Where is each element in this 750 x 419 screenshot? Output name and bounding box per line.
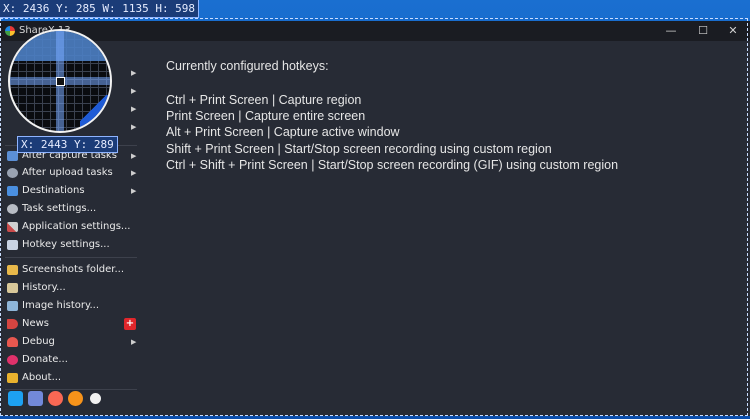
menu-item-task-settings[interactable]: Task settings... — [0, 200, 142, 218]
github-icon[interactable] — [88, 391, 103, 406]
news-badge: + — [124, 318, 136, 330]
hotkey-line: Ctrl + Shift + Print Screen | Start/Stop… — [166, 158, 619, 172]
hotkey-line: Shift + Print Screen | Start/Stop screen… — [166, 142, 552, 156]
menu-item-label: News — [22, 318, 50, 329]
menu-item-label: Application settings... — [22, 221, 131, 232]
tools-icon — [7, 222, 18, 232]
chevron-right-icon: ▶ — [131, 169, 137, 177]
menu-item-debug[interactable]: Debug ▶ — [0, 333, 142, 351]
menu-item-screenshots-folder[interactable]: Screenshots folder... — [0, 261, 142, 279]
menu-item-label: Destinations — [22, 185, 85, 196]
heart-icon — [7, 355, 18, 365]
menu-item-label: After upload tasks — [22, 167, 113, 178]
minimize-button[interactable]: — — [658, 21, 684, 41]
cloud-upload-icon — [7, 168, 18, 178]
hotkey-line: Ctrl + Print Screen | Capture region — [166, 93, 362, 107]
twitter-icon[interactable] — [8, 391, 23, 406]
title-bar[interactable]: ShareX 13 — ☐ ✕ — [0, 21, 750, 41]
maximize-button[interactable]: ☐ — [690, 21, 716, 41]
menu-item-label: Task settings... — [22, 203, 97, 214]
menu-item-after-upload-tasks[interactable]: After upload tasks ▶ — [0, 164, 142, 182]
chevron-right-icon: ▶ — [131, 69, 137, 77]
menu-item-label: About... — [22, 372, 62, 383]
folder-icon — [7, 265, 18, 275]
menu-item-application-settings[interactable]: Application settings... — [0, 218, 142, 236]
menu-item-hotkey-settings[interactable]: Hotkey settings... — [0, 236, 142, 254]
chevron-right-icon: ▶ — [131, 123, 137, 131]
menu-item-destinations[interactable]: Destinations ▶ — [0, 182, 142, 200]
patreon-icon[interactable] — [48, 391, 63, 406]
crosshair-center-pixel — [56, 77, 65, 86]
chevron-right-icon: ▶ — [131, 338, 137, 346]
hotkey-line: Print Screen | Capture entire screen — [166, 109, 366, 123]
history-icon — [7, 283, 18, 293]
menu-item-label: Screenshots folder... — [22, 264, 125, 275]
discord-icon[interactable] — [28, 391, 43, 406]
chevron-right-icon: ▶ — [131, 105, 137, 113]
sharex-main-window: ShareX 13 — ☐ ✕ ▶ ▶ ▶ ▶ After capture ta… — [0, 21, 750, 416]
chevron-right-icon: ▶ — [131, 87, 137, 95]
menu-item-news[interactable]: News + — [0, 315, 142, 333]
menu-divider — [5, 389, 137, 390]
close-button[interactable]: ✕ — [720, 21, 746, 41]
bitcoin-icon[interactable] — [68, 391, 83, 406]
hotkey-line: Alt + Print Screen | Capture active wind… — [166, 125, 400, 139]
menu-item-about[interactable]: About... — [0, 369, 142, 387]
hotkeys-header: Currently configured hotkeys: — [166, 59, 329, 73]
chevron-right-icon: ▶ — [131, 152, 137, 160]
menu-item-image-history[interactable]: Image history... — [0, 297, 142, 315]
menu-divider — [5, 257, 137, 258]
capture-magnifier-loupe — [8, 29, 112, 133]
menu-item-label: Debug — [22, 336, 55, 347]
keyboard-icon — [7, 240, 18, 250]
gear-icon — [7, 204, 18, 214]
image-history-icon — [7, 301, 18, 311]
destinations-icon — [7, 186, 18, 196]
capture-coordinates-readout: X: 2436 Y: 285 W: 1135 H: 598 — [0, 0, 200, 18]
menu-item-label: Donate... — [22, 354, 68, 365]
menu-item-label: Image history... — [22, 300, 100, 311]
menu-item-label: Hotkey settings... — [22, 239, 110, 250]
menu-item-donate[interactable]: Donate... — [0, 351, 142, 369]
magnified-desktop-edge — [80, 95, 110, 131]
crown-icon — [7, 373, 18, 383]
cursor-coordinates-readout: X: 2443 Y: 289 — [17, 136, 118, 153]
menu-item-label: History... — [22, 282, 66, 293]
menu-item-history[interactable]: History... — [0, 279, 142, 297]
chevron-right-icon: ▶ — [131, 187, 137, 195]
flask-icon — [7, 337, 18, 347]
megaphone-icon — [7, 319, 18, 329]
